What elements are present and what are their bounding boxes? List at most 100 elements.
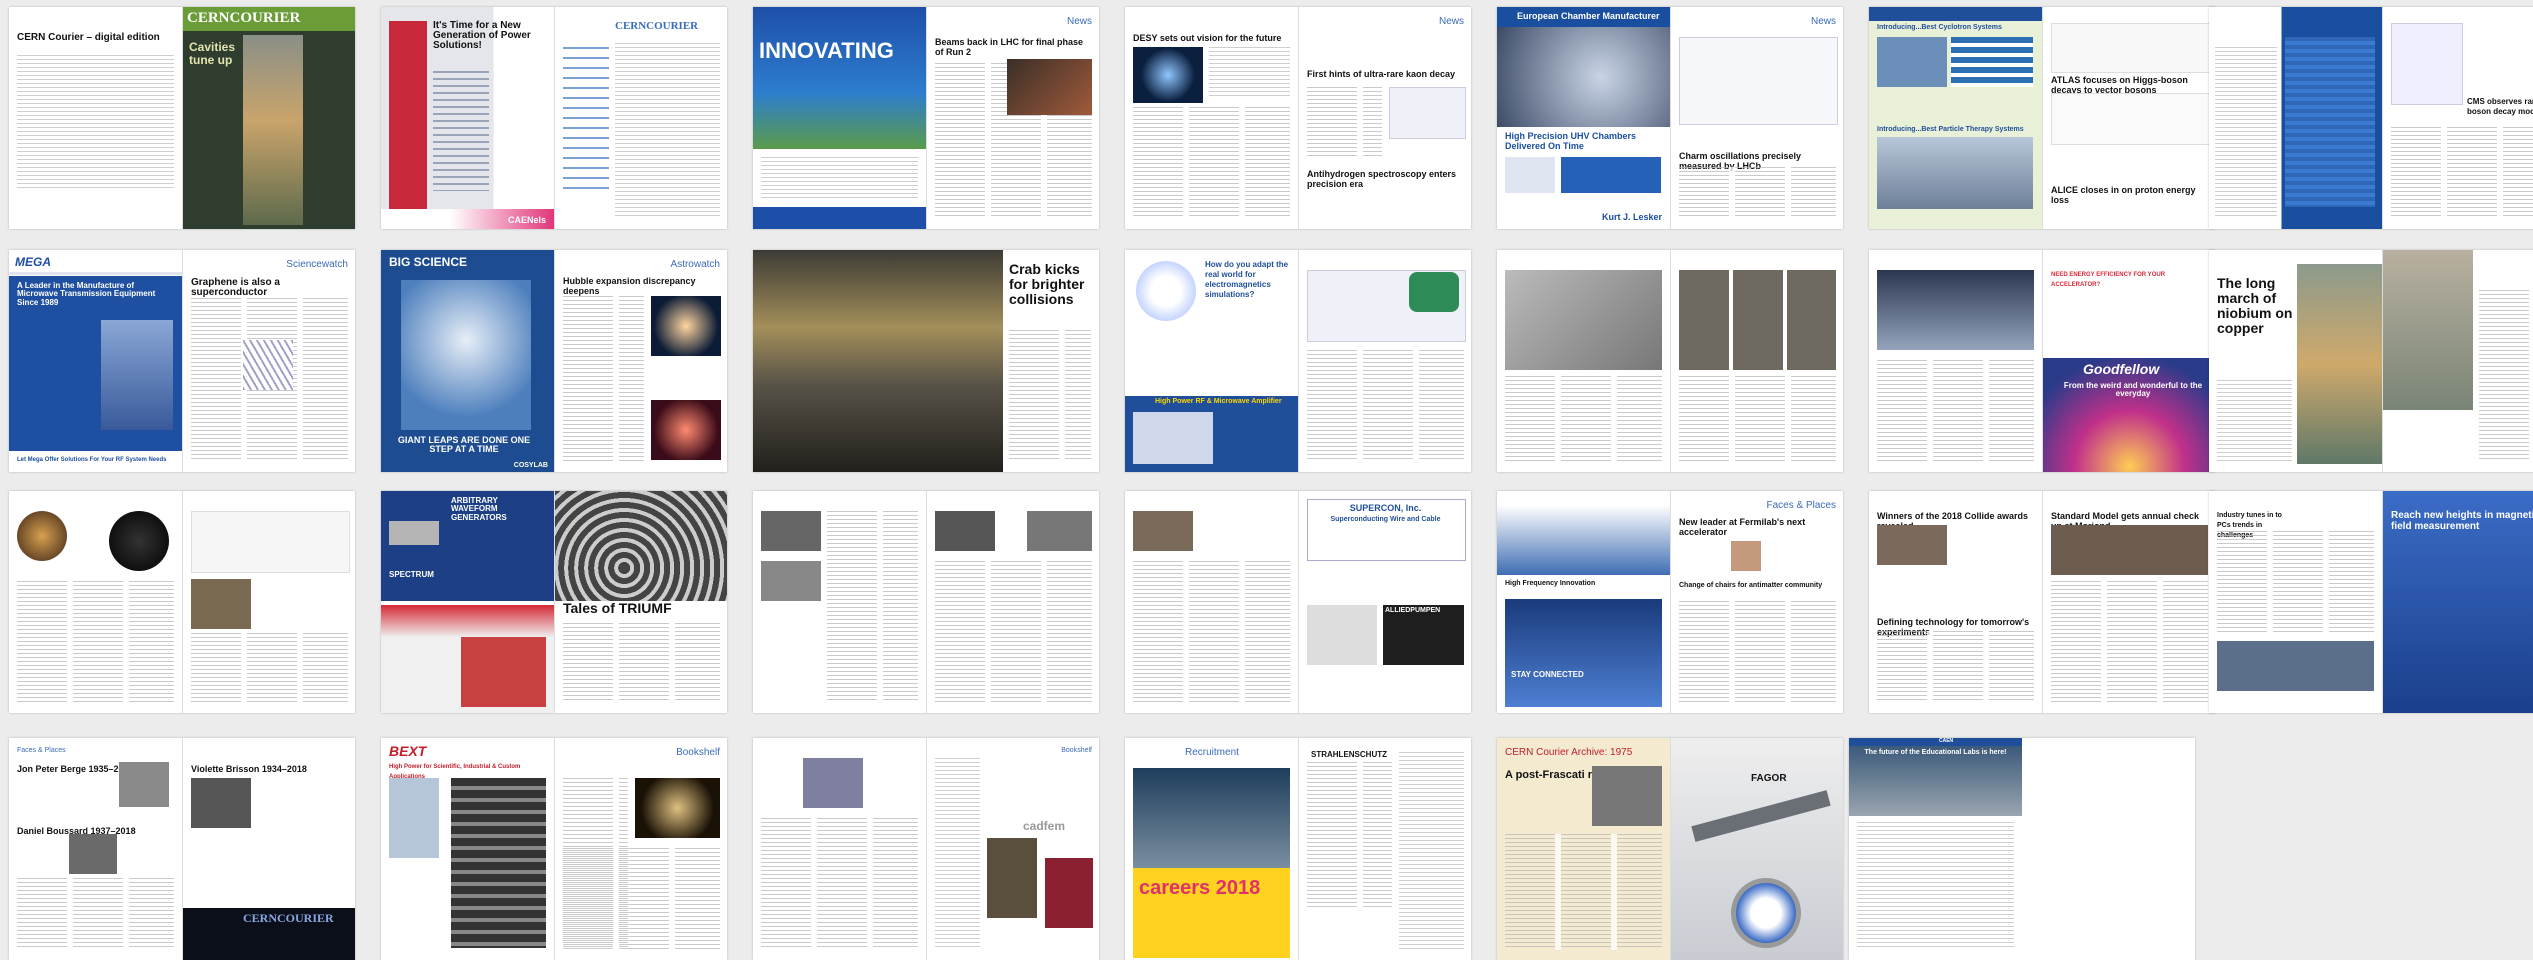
spread-14[interactable]: The long march of niobium on copper (2209, 250, 2533, 472)
section-label: News (1810, 16, 1836, 27)
spread-11[interactable]: How do you adapt the real world for elec… (1125, 250, 1471, 472)
spread-16[interactable]: ARBITRARY WAVEFORM GENERATORS SPECTRUM T… (381, 491, 727, 713)
feature-page (926, 491, 1099, 713)
spread-7[interactable]: CMS observes rare Z boson decay mode (2209, 7, 2533, 229)
ad-page: It's Time for a New Generation of Power … (381, 7, 554, 229)
ad-headline: The future of the Educational Labs is he… (1864, 749, 2007, 756)
feature-page (1125, 491, 1298, 713)
headline-secondary: Antihydrogen spectroscopy enters precisi… (1307, 169, 1457, 189)
feature-page (753, 491, 926, 713)
headline-secondary: Change of chairs for antimatter communit… (1679, 582, 1823, 589)
ad-page: BIG SCIENCE GIANT LEAPS ARE DONE ONE STE… (381, 250, 554, 472)
ad-subheadline: Superconducting Wire and Cable (1330, 516, 1441, 523)
headline-secondary: ALICE closes in on proton energy loss (2051, 185, 2196, 205)
ad-page: European Chamber Manufacturer High Preci… (1497, 7, 1670, 229)
ad-page: FAGOR (1670, 738, 1843, 960)
spread-17[interactable] (753, 491, 1099, 713)
section-label: CERN Courier Archive: 1975 (1505, 747, 1633, 758)
section-label: Recruitment (1185, 747, 1239, 758)
spread-13[interactable]: NEED ENERGY EFFICIENCY FOR YOUR ACCELERA… (1869, 250, 2215, 472)
ad-page: SUPERCON, Inc. Superconducting Wire and … (1298, 491, 1471, 713)
ad-page: MEGA A Leader in the Manufacture of Micr… (9, 250, 182, 472)
ad-page: How do you adapt the real world for elec… (1125, 250, 1298, 472)
feature-page (1497, 250, 1670, 472)
brand-logo: CAENels (507, 214, 546, 225)
ad-page: BEXT High Power for Scientific, Industri… (381, 738, 554, 960)
books-page (753, 738, 926, 960)
news-page: News Charm oscillations precisely measur… (1670, 7, 1843, 229)
ad-headline: INNOVATING (759, 38, 894, 63)
spread-19[interactable]: High Frequency Innovation STAY CONNECTED… (1497, 491, 1843, 713)
people-page: Faces & Places New leader at Fermilab's … (1670, 491, 1843, 713)
news-page: Astrowatch Hubble expansion discrepancy … (554, 250, 727, 472)
news-page: DESY sets out vision for the future (1125, 7, 1298, 229)
spread-5[interactable]: European Chamber Manufacturer High Preci… (1497, 7, 1843, 229)
spread-10[interactable]: Crab kicks for brighter collisions (753, 250, 1099, 472)
brand-logo: ALLIEDPUMPEN (1385, 607, 1441, 614)
ad-page (2209, 7, 2382, 229)
spread-9[interactable]: BIG SCIENCE GIANT LEAPS ARE DONE ONE STE… (381, 250, 727, 472)
spread-6[interactable]: Introducing...Best Cyclotron Systems Int… (1869, 7, 2215, 229)
ad-page: CAEN The future of the Educational Labs … (1849, 738, 2022, 960)
feature-page: Industry tunes in to PCs trends in chall… (2209, 491, 2382, 713)
feature-page (9, 491, 182, 713)
brand-logo: cadfem (1023, 819, 1066, 833)
section-label: Astrowatch (670, 259, 720, 270)
spread-27[interactable]: CAEN The future of the Educational Labs … (1849, 738, 2195, 960)
page-left: CERN Courier – digital edition (9, 7, 182, 229)
brand-logo: CAEN (1939, 738, 1954, 744)
spread-1[interactable]: CERN Courier – digital edition CERNCOURI… (9, 7, 355, 229)
spread-15[interactable] (9, 491, 355, 713)
spread-12[interactable] (1497, 250, 1843, 472)
people-page: Violette Brisson 1934–2018 CERNCOURIER (182, 738, 355, 960)
ad-subheadline: High Frequency Innovation (1505, 580, 1596, 587)
ad-headline: It's Time for a New Generation of Power … (433, 20, 531, 51)
spread-24[interactable]: Bookshelf cadfem (753, 738, 1099, 960)
ad-subheadline: High Power RF & Microwave Amplifier (1155, 398, 1282, 405)
headline: The long march of niobium on copper (2217, 275, 2293, 336)
spread-8[interactable]: MEGA A Leader in the Manufacture of Micr… (9, 250, 355, 472)
news-page: ATLAS focuses on Higgs-boson decays to v… (2042, 7, 2215, 229)
headline: STRAHLENSCHUTZ (1311, 750, 1387, 759)
feature-page (1869, 250, 2042, 472)
cover-page: CERNCOURIER Cavities tune up (182, 7, 355, 229)
spread-4[interactable]: DESY sets out vision for the future News… (1125, 7, 1471, 229)
feature-page: The long march of niobium on copper (2209, 250, 2382, 472)
headline: Tales of TRIUMF (563, 600, 672, 616)
spread-3[interactable]: INNOVATING News Beams back in LHC for fi… (753, 7, 1099, 229)
news-page: Sciencewatch Graphene is also a supercon… (182, 250, 355, 472)
ad-footer: STAY CONNECTED (1511, 670, 1584, 679)
ad-headline: ARBITRARY WAVEFORM GENERATORS (451, 496, 507, 522)
ad-headline: BIG SCIENCE (389, 255, 468, 269)
spread-2[interactable]: It's Time for a New Generation of Power … (381, 7, 727, 229)
ad-headline: Introducing...Best Cyclotron Systems (1877, 24, 2002, 31)
brand-logo: MEGA (15, 255, 51, 269)
headline: First hints of ultra-rare kaon decay (1307, 69, 1456, 79)
spread-23[interactable]: BEXT High Power for Scientific, Industri… (381, 738, 727, 960)
recruitment-page: Recruitment careers 2018 (1125, 738, 1298, 960)
section-label: News (1066, 16, 1092, 27)
spread-22[interactable]: Faces & Places Jon Peter Berge 1935–2017… (9, 738, 355, 960)
feature-page (1670, 250, 1843, 472)
spread-21[interactable]: Industry tunes in to PCs trends in chall… (2209, 491, 2533, 713)
people-page: Standard Model gets annual check up at M… (2042, 491, 2215, 713)
section-label: Bookshelf (676, 747, 720, 758)
books-page: Bookshelf (554, 738, 727, 960)
ad-subheadline: GIANT LEAPS ARE DONE ONE STEP AT A TIME (397, 435, 531, 455)
publication-thumbnail-grid: CERN Courier – digital edition CERNCOURI… (0, 0, 2533, 960)
spread-26[interactable]: CERN Courier Archive: 1975 A post-Frasca… (1497, 738, 1843, 960)
spread-20[interactable]: Winners of the 2018 Collide awards revea… (1869, 491, 2215, 713)
feature-page: Tales of TRIUMF (554, 491, 727, 713)
ad-headline: A Leader in the Manufacture of Microwave… (17, 281, 156, 307)
page-title: CERN Courier – digital edition (17, 32, 160, 43)
brand-logo: COSYLAB (513, 461, 548, 469)
headline: Hubble expansion discrepancy deepens (563, 276, 696, 296)
ad-headline: careers 2018 (1139, 877, 1261, 899)
spread-25[interactable]: Recruitment careers 2018 STRAHLENSCHUTZ (1125, 738, 1471, 960)
headline: ATLAS focuses on Higgs-boson decays to v… (2051, 75, 2188, 95)
people-page: Winners of the 2018 Collide awards revea… (1869, 491, 2042, 713)
cover-line: Cavities tune up (189, 40, 236, 67)
headline: Crab kicks for brighter collisions (1009, 261, 1085, 307)
spread-18[interactable]: SUPERCON, Inc. Superconducting Wire and … (1125, 491, 1471, 713)
ad-subheadline: High Precision UHV Chambers Delivered On… (1505, 131, 1637, 151)
